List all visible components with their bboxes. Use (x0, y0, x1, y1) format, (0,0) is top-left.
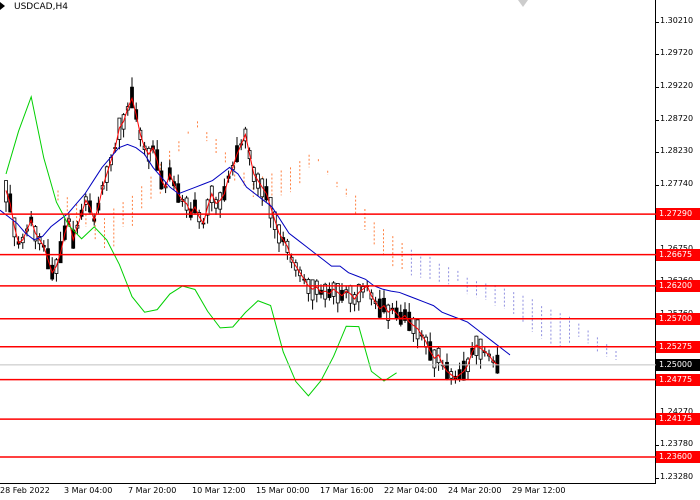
level-price-label: 1.25700 (656, 312, 700, 325)
time-tick-label: 10 Mar 12:00 (192, 486, 246, 495)
time-tick-label: 3 Mar 04:00 (64, 486, 113, 495)
time-tick-label: 17 Mar 16:00 (320, 486, 374, 495)
chart-plot-area[interactable]: USDCAD,H4 (0, 0, 656, 484)
ichimoku-chart (0, 77, 656, 458)
time-tick-label: 7 Mar 20:00 (128, 486, 177, 495)
price-tick-label: 1.30210 (660, 16, 694, 25)
price-tick-label: 1.28230 (660, 146, 694, 156)
price-tick-mark (656, 478, 659, 479)
price-tick-label: 1.23780 (660, 439, 694, 449)
level-price-label: 1.26675 (656, 248, 700, 261)
level-price-label: 1.25275 (656, 340, 700, 353)
time-tick-label: 24 Mar 20:00 (448, 486, 502, 495)
price-tick-mark (656, 152, 659, 154)
candles (4, 77, 500, 385)
caret-right-icon (0, 2, 5, 10)
price-tick-label: 1.27740 (660, 178, 694, 188)
price-tick-label: 1.29720 (660, 48, 694, 58)
level-price-label: 1.27290 (656, 208, 700, 221)
price-tick-mark (656, 445, 659, 447)
level-price-label: 1.24175 (656, 413, 700, 426)
chart-window[interactable]: USDCAD,H4 1.30210 1.29720 1.29220 1.28720 1.… (0, 0, 700, 500)
time-tick-label: 15 Mar 00:00 (256, 486, 310, 495)
price-tick-mark (656, 184, 659, 186)
chart-title: USDCAD,H4 (14, 2, 68, 12)
price-tick-label: 1.29220 (660, 81, 694, 91)
level-price-label: 1.26200 (656, 279, 700, 292)
time-tick-label: 29 Mar 12:00 (512, 486, 566, 495)
chart-shift-marker[interactable] (518, 0, 528, 7)
level-price-label: 1.24775 (656, 373, 700, 386)
price-tick-label: 1.28720 (660, 114, 694, 124)
price-tick-mark (656, 22, 659, 23)
chikou-span-line (5, 95, 397, 397)
price-tick-mark (656, 87, 659, 89)
ichimoku-cloud (57, 121, 617, 360)
price-axis[interactable]: 1.30210 1.29720 1.29220 1.28720 1.28230 1.277… (656, 0, 700, 484)
current-price-label: 1.25000 (656, 358, 700, 371)
time-tick-label: 22 Mar 04:00 (384, 486, 438, 495)
time-tick-label: 28 Feb 2022 (0, 486, 50, 495)
price-tick-label: 1.23280 (660, 472, 694, 481)
level-price-label: 1.23600 (656, 450, 700, 463)
candle-body (310, 279, 315, 301)
time-axis[interactable]: 28 Feb 2022 3 Mar 04:00 7 Mar 20:00 10 Mar … (0, 484, 656, 500)
price-tick-mark (656, 54, 659, 56)
price-tick-mark (656, 120, 659, 122)
